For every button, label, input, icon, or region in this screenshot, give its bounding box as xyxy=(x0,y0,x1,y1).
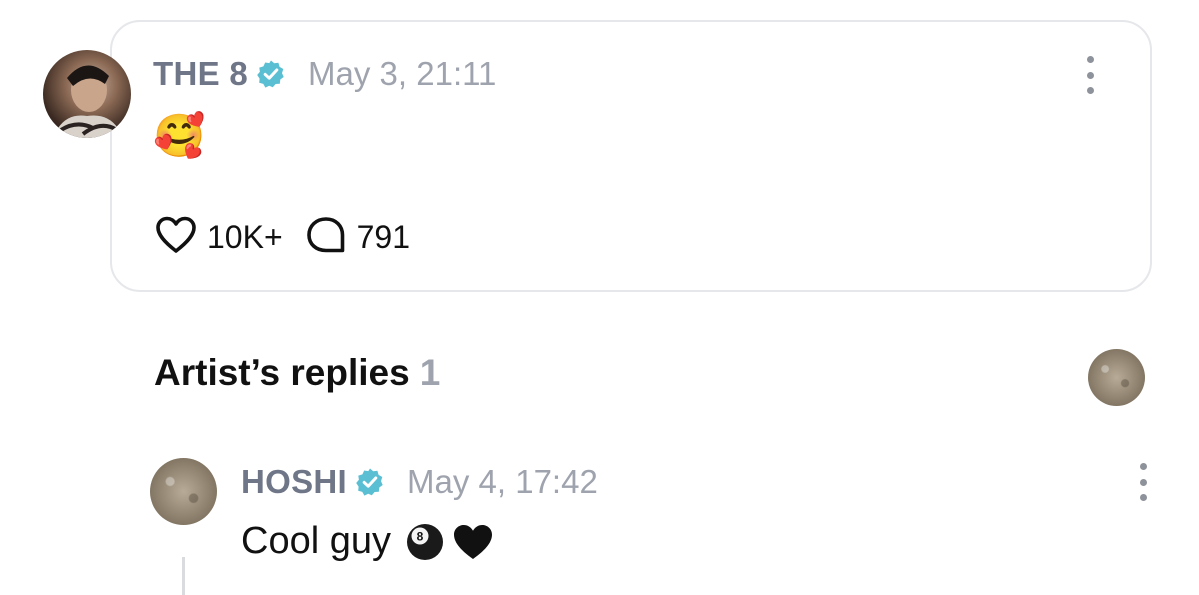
verified-badge-icon xyxy=(256,59,286,89)
speech-bubble-icon xyxy=(305,215,347,260)
likes-count: 10K+ xyxy=(207,218,283,255)
reply-more-options-icon[interactable] xyxy=(1137,463,1149,501)
comments-count: 791 xyxy=(356,218,411,255)
post-author-name[interactable]: THE 8 xyxy=(153,55,248,93)
post-more-options-icon[interactable] xyxy=(1084,56,1096,94)
heart-outline-icon xyxy=(155,215,197,260)
reply-header: HOSHI May 4, 17:42 xyxy=(241,460,598,504)
thread-connector-line xyxy=(182,557,185,595)
post-actions-bar: 10K+ 791 xyxy=(155,212,410,262)
8-ball-icon: 8 xyxy=(405,522,445,562)
post-author-avatar[interactable] xyxy=(43,50,131,138)
post-content: 🥰 xyxy=(153,112,206,159)
like-button[interactable]: 10K+ xyxy=(155,215,283,260)
reply-author-name[interactable]: HOSHI xyxy=(241,463,347,501)
svg-text:8: 8 xyxy=(417,529,424,543)
artist-replies-count: 1 xyxy=(419,352,441,393)
reply-content: Cool guy 8 xyxy=(241,520,495,563)
post-detail-screen: THE 8 May 3, 21:11 🥰 10K+ 791 Artist’s r… xyxy=(0,0,1199,595)
post-timestamp: May 3, 21:11 xyxy=(308,55,497,92)
current-user-avatar[interactable] xyxy=(1088,349,1145,406)
reply-text: Cool guy xyxy=(241,520,391,562)
verified-badge-icon xyxy=(355,467,385,497)
reply-author-avatar[interactable] xyxy=(150,458,217,525)
reply-timestamp: May 4, 17:42 xyxy=(407,463,598,500)
artist-replies-heading: Artist’s replies 1 xyxy=(154,352,440,394)
artist-replies-title: Artist’s replies xyxy=(154,352,410,393)
comment-button[interactable]: 791 xyxy=(305,215,410,260)
post-header: THE 8 May 3, 21:11 xyxy=(153,52,496,96)
black-heart-icon xyxy=(451,522,495,562)
